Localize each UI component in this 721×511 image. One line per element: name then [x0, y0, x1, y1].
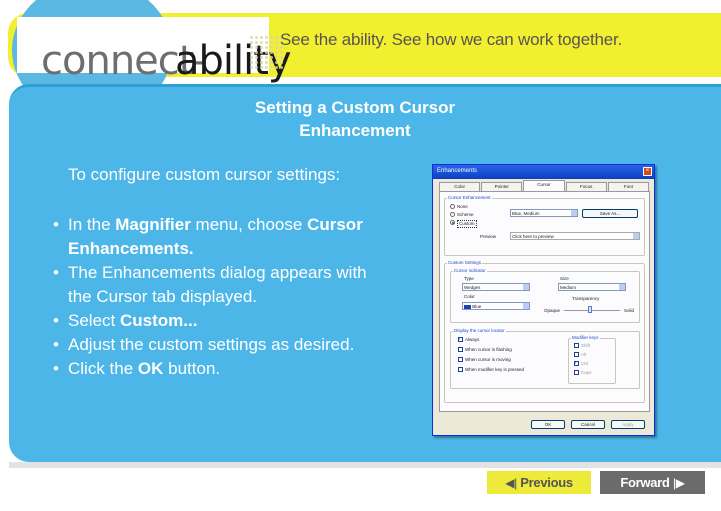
display-option-label: When modifier key is pressed [465, 367, 525, 372]
cursor-indicator-label: Cursor indicator [453, 268, 487, 273]
intro-text: To configure custom cursor settings: [68, 165, 341, 184]
steps-list: • In the Magnifier menu, choose Cursor En… [47, 213, 392, 381]
forward-arrow-icon: |▶ [672, 476, 685, 490]
step-item: • The Enhancements dialog appears with th… [53, 263, 367, 306]
color-swatch [464, 304, 471, 309]
logo: connect- ability [17, 17, 292, 84]
tab-color: Color [439, 182, 481, 191]
step-item: • Click the OK button. [53, 359, 221, 378]
previous-arrow-icon: ◀| [505, 476, 517, 490]
tab-font: Font [607, 182, 650, 191]
step-item: • Adjust the custom settings as desired. [53, 335, 355, 354]
forward-label: Forward [620, 475, 670, 490]
step-item: • Select Custom... [53, 311, 198, 330]
modifier-key-label: Shift [581, 343, 591, 348]
tab-cursor: Cursor [523, 180, 565, 191]
dialog-cancel-button: Cancel [571, 420, 605, 429]
previous-label: Previous [520, 475, 573, 490]
modifier-key-label: Alt [581, 352, 587, 357]
radio-custom-label: Custom [457, 220, 477, 228]
dialog-apply-button: Apply [611, 420, 645, 429]
tab-pointer: Pointer [481, 182, 523, 191]
custom-settings-label: Custom Settings [447, 260, 483, 265]
size-combo: Medium [558, 283, 626, 291]
radio-scheme [450, 212, 455, 217]
preview-field: Click here to preview [510, 232, 640, 240]
modifier-shift-checkbox [574, 343, 579, 348]
transparency-slider-thumb [588, 306, 592, 313]
modifier-alt-checkbox [574, 352, 579, 357]
display-modifier-checkbox [458, 367, 463, 372]
previous-button[interactable]: ◀| Previous [487, 471, 591, 494]
close-icon: × [643, 167, 652, 176]
color-combo: Blue [462, 302, 530, 310]
display-option-label: When cursor is flashing [465, 347, 512, 352]
solid-label: Solid [624, 308, 635, 313]
type-combo: Wedges [462, 283, 530, 291]
size-label: Size [560, 276, 569, 281]
transparency-label: Transparency [572, 296, 600, 301]
radio-none [450, 204, 455, 209]
type-label: Type [464, 276, 474, 281]
step-item: • In the Magnifier menu, choose Cursor En… [53, 215, 363, 258]
modifier-key-label: Caps [581, 370, 592, 375]
dialog-tabs: Color Pointer Cursor Focus Font [439, 180, 650, 191]
display-option-label: Always [465, 337, 480, 342]
transparency-slider-track [564, 310, 620, 311]
cursor-enhancement-label: Cursor Enhancement [447, 195, 492, 200]
display-always-checkbox [458, 336, 463, 342]
modifier-keys-label: Modifier keys [571, 335, 600, 340]
display-locator-label: Display the cursor locator [453, 328, 506, 333]
modifier-ctrl-checkbox [574, 360, 579, 366]
cursor-indicator-group [450, 271, 640, 323]
slide-title: Setting a Custom Cursor Enhancement [254, 98, 456, 140]
display-flashing-checkbox [458, 347, 463, 352]
preview-label: Preview [480, 234, 497, 239]
modifier-key-label: Ctrl [581, 361, 588, 366]
display-option-label: When cursor is moving [465, 357, 511, 362]
color-label: Color [464, 294, 475, 299]
enhancements-dialog-screenshot: Enhancements × Color Pointer Cursor Focu… [432, 164, 655, 436]
opaque-label: Opaque [544, 308, 561, 313]
tagline: See the ability. See how we can work tog… [280, 30, 623, 49]
dialog-ok-button: OK [531, 420, 565, 429]
tab-focus: Focus [565, 182, 607, 191]
dialog-body: Cursor Enhancement None Scheme Custom Bl… [439, 191, 650, 412]
save-as-button: Save As... [582, 209, 638, 218]
dialog-title: Enhancements × [433, 165, 654, 179]
panel-bottom-strip [9, 462, 721, 468]
radio-custom [450, 220, 455, 225]
modifier-caps-checkbox [574, 370, 579, 375]
forward-button[interactable]: Forward |▶ [600, 471, 705, 494]
display-moving-checkbox [458, 357, 463, 362]
scheme-combo: Blue, Medium [510, 209, 578, 217]
radio-scheme-label: Scheme [457, 212, 474, 217]
radio-none-label: None [457, 204, 468, 209]
